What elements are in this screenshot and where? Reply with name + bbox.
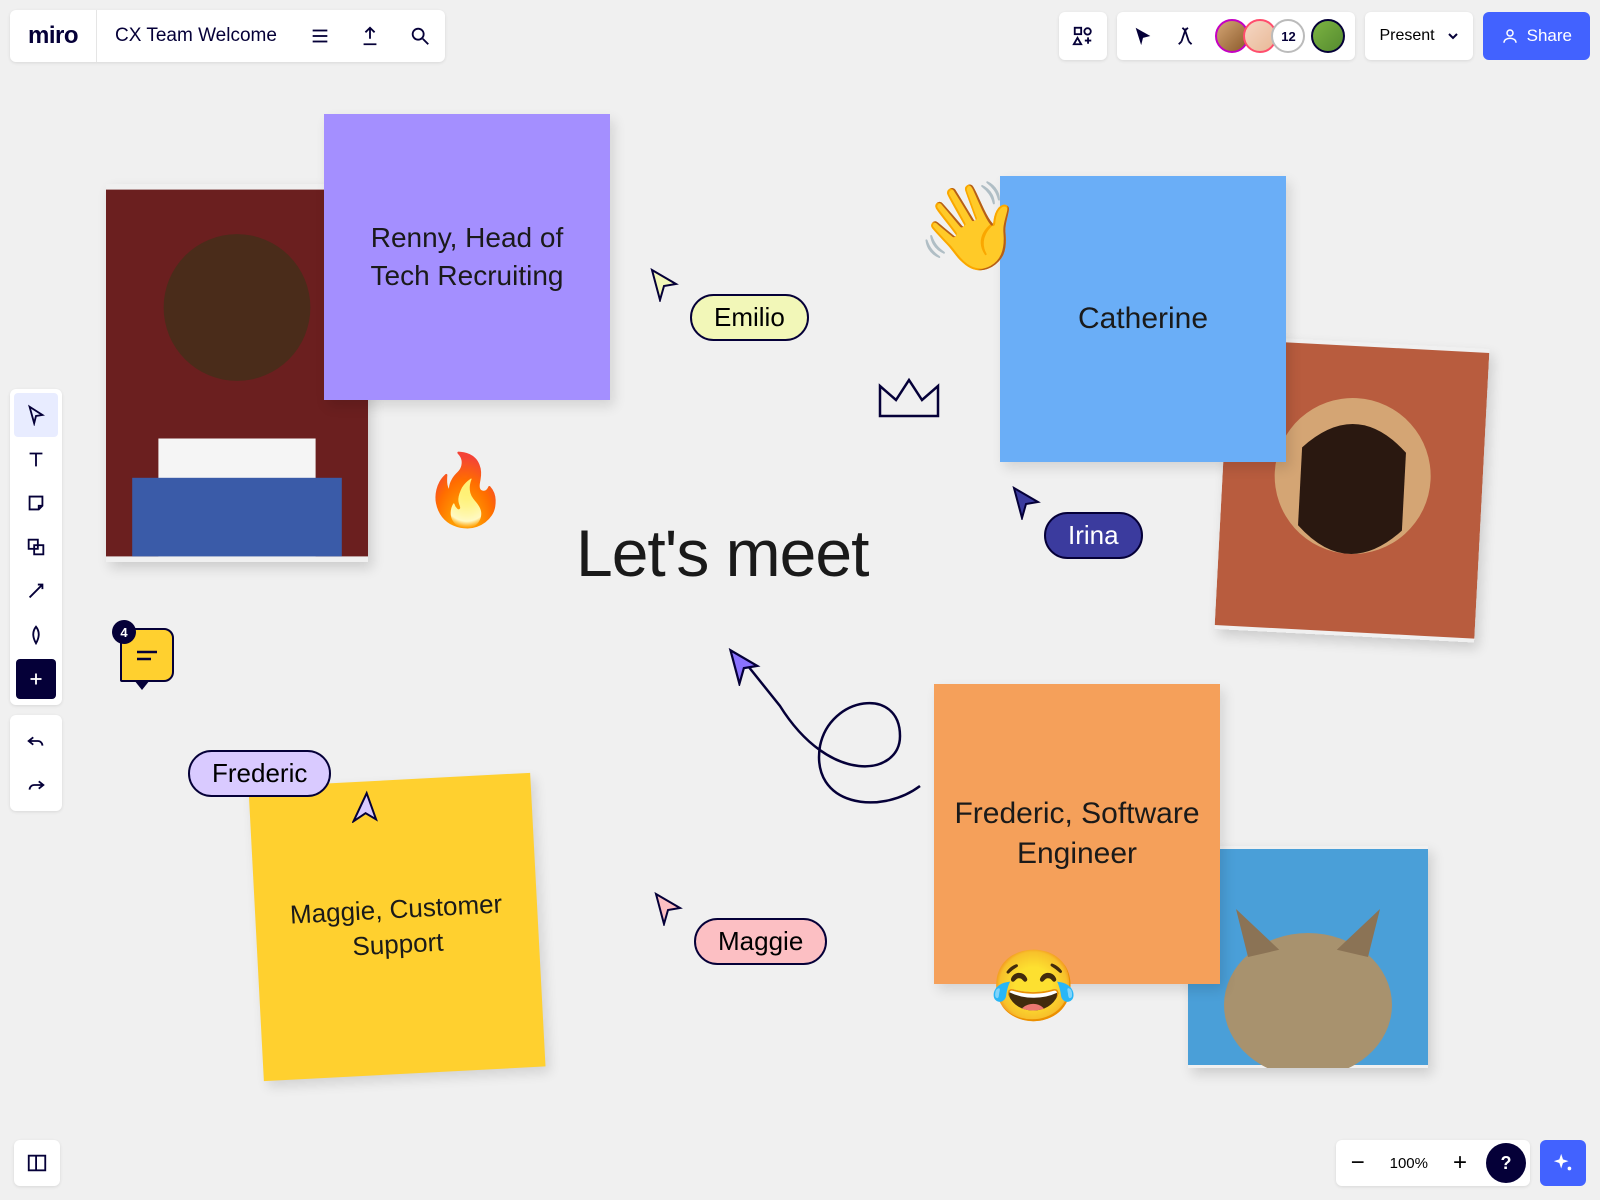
photo-cat[interactable]	[1188, 846, 1428, 1068]
undo-button[interactable]	[14, 719, 58, 763]
header-right: 12 Present Share	[1059, 12, 1590, 60]
sticky-text: Renny, Head of Tech Recruiting	[344, 219, 590, 295]
sticky-text: Catherine	[1078, 299, 1208, 340]
sticky-note-tool[interactable]	[14, 481, 58, 525]
redo-button[interactable]	[14, 763, 58, 807]
present-button[interactable]: Present	[1365, 12, 1472, 60]
reactions-button[interactable]	[1167, 16, 1207, 56]
cursor-tag-frederic: Frederic	[188, 750, 331, 797]
board-title[interactable]: CX Team Welcome	[97, 25, 295, 47]
zoom-out-button[interactable]: −	[1336, 1140, 1380, 1186]
avatar-self[interactable]	[1311, 19, 1345, 53]
apps-button[interactable]	[1059, 12, 1107, 60]
share-button[interactable]: Share	[1483, 12, 1590, 60]
text-tool[interactable]	[14, 437, 58, 481]
sticky-maggie[interactable]: Maggie, Customer Support	[248, 773, 545, 1081]
collaboration-bar: 12	[1117, 12, 1355, 60]
cursor-arrow-icon	[1012, 486, 1042, 520]
fire-emoji[interactable]: 🔥	[422, 450, 509, 532]
sticky-renny[interactable]: Renny, Head of Tech Recruiting	[324, 114, 610, 400]
select-tool[interactable]	[14, 393, 58, 437]
cursor-tag-irina: Irina	[1044, 512, 1143, 559]
bottom-right-controls: − 100% + ?	[1336, 1140, 1586, 1186]
help-button[interactable]: ?	[1486, 1143, 1526, 1183]
search-button[interactable]	[395, 10, 445, 62]
pen-tool[interactable]	[14, 613, 58, 657]
comment-count-badge: 4	[112, 620, 136, 644]
avatar-overflow-count[interactable]: 12	[1271, 19, 1305, 53]
present-label: Present	[1379, 27, 1434, 45]
cursor-tag-emilio: Emilio	[690, 294, 809, 341]
comment-pin[interactable]: 4	[120, 628, 174, 682]
add-more-tool[interactable]	[16, 659, 56, 699]
share-label: Share	[1527, 26, 1572, 46]
sticky-frederic[interactable]: Frederic, Software Engineer	[934, 684, 1220, 984]
cursor-tag-maggie: Maggie	[694, 918, 827, 965]
wave-emoji[interactable]: 👋	[916, 176, 1023, 277]
main-menu-button[interactable]	[295, 10, 345, 62]
connector-tool[interactable]	[14, 569, 58, 613]
shape-tool[interactable]	[14, 525, 58, 569]
canvas-heading[interactable]: Let's meet	[576, 515, 868, 591]
laughcry-emoji[interactable]: 😂	[990, 946, 1077, 1028]
cursor-arrow-icon	[728, 648, 762, 686]
cursor-arrow-icon	[650, 268, 680, 302]
cursor-mode-button[interactable]	[1123, 16, 1163, 56]
chevron-down-icon	[1447, 30, 1459, 42]
app-logo[interactable]: miro	[10, 10, 97, 62]
ai-assist-button[interactable]	[1540, 1140, 1586, 1186]
frames-panel-button[interactable]	[14, 1140, 60, 1186]
sticky-text: Frederic, Software Engineer	[954, 794, 1200, 875]
canvas[interactable]: Renny, Head of Tech Recruiting Catherine…	[0, 0, 1600, 1200]
left-toolbar	[10, 389, 62, 811]
header-left: miro CX Team Welcome	[10, 10, 445, 62]
export-button[interactable]	[345, 10, 395, 62]
person-add-icon	[1501, 27, 1519, 45]
zoom-in-button[interactable]: +	[1438, 1140, 1482, 1186]
sticky-text: Maggie, Customer Support	[274, 886, 519, 969]
participant-avatars[interactable]: 12	[1211, 19, 1349, 53]
cursor-arrow-icon	[654, 892, 684, 926]
zoom-level[interactable]: 100%	[1380, 1155, 1438, 1172]
crown-icon[interactable]	[874, 370, 944, 426]
sticky-catherine[interactable]: Catherine	[1000, 176, 1286, 462]
